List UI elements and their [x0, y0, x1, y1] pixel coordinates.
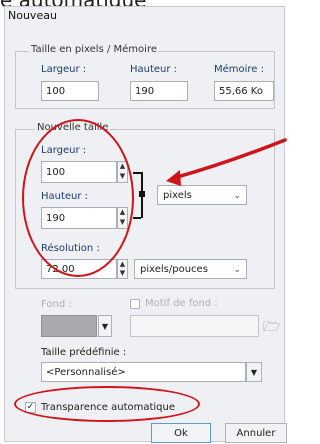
fill-color-dropdown[interactable]: ▼	[98, 315, 112, 337]
annotation-arrow	[166, 138, 287, 186]
preset-select[interactable]: <Personnalisé>	[41, 362, 246, 382]
memory-readonly: 55,66 Ko	[214, 81, 274, 101]
ok-button[interactable]: Ok	[151, 423, 211, 443]
memory-label: Mémoire :	[214, 64, 265, 75]
annotation-ellipse-transparency	[14, 386, 200, 422]
height-readonly: 190	[130, 81, 188, 101]
preset-label: Taille prédéfinie :	[41, 347, 127, 358]
width-label: Largeur :	[41, 64, 87, 75]
folder-icon[interactable]: 🗁	[263, 316, 280, 340]
window-title: Nouveau	[8, 9, 57, 22]
size-memory-title: Taille en pixels / Mémoire	[29, 44, 159, 55]
fill-label: Fond :	[41, 299, 72, 310]
height-label: Hauteur :	[130, 64, 178, 75]
aspect-lock-icon[interactable]	[139, 191, 145, 197]
aspect-link-top	[133, 172, 141, 174]
pattern-field	[130, 315, 259, 337]
preset-dropdown-button[interactable]: ▼	[246, 362, 262, 382]
unit-select-value: pixels	[163, 190, 192, 201]
resolution-unit-select[interactable]: pixels/pouces ⌄	[134, 259, 247, 279]
chevron-down-icon: ⌄	[233, 265, 241, 275]
annotation-ellipse-size-fields	[22, 119, 134, 277]
aspect-link-bottom	[133, 217, 141, 219]
resolution-unit-value: pixels/pouces	[140, 264, 208, 275]
cancel-button[interactable]: Annuler	[225, 423, 287, 443]
pattern-checkbox[interactable]	[130, 299, 140, 309]
width-readonly: 100	[41, 81, 99, 101]
pattern-label: Motif de fond :	[145, 298, 218, 309]
resolution-stepper[interactable]: ▲ ▼	[117, 259, 128, 279]
fill-color-swatch[interactable]	[41, 315, 97, 337]
